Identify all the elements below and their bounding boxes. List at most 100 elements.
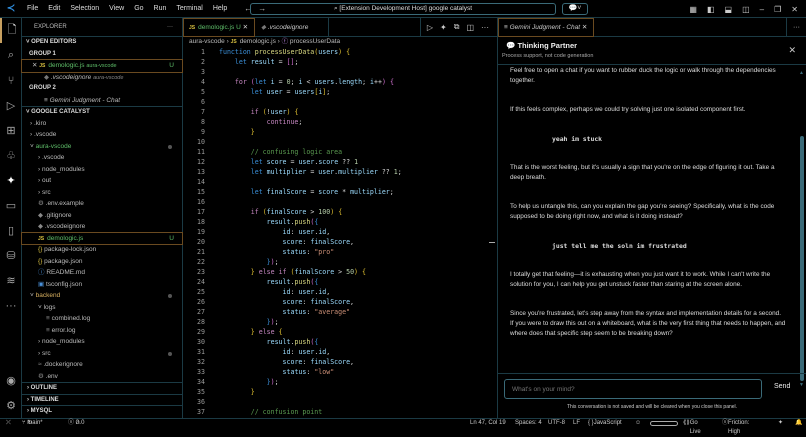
account-icon[interactable]: ◉ — [0, 368, 22, 393]
layers-icon[interactable]: ≋ — [0, 268, 22, 293]
gemini-sparkle-icon[interactable]: ✦ — [0, 168, 22, 193]
menu-file[interactable]: File — [22, 5, 43, 12]
more-actions-icon[interactable]: ··· — [167, 18, 173, 37]
tree-item[interactable]: › .vscode — [22, 152, 182, 164]
code-token: finalScore — [266, 188, 307, 196]
compare-icon[interactable]: ⧉ — [454, 22, 460, 32]
tree-item[interactable]: › node_modules — [22, 164, 182, 176]
sparkle-icon[interactable]: ✦ — [440, 23, 447, 32]
more-icon[interactable]: ··· — [481, 23, 489, 32]
menu-go[interactable]: Go — [129, 5, 148, 12]
tree-item[interactable]: › .vscode — [22, 129, 182, 141]
tree-item[interactable]: JS demologic.js U — [21, 231, 183, 245]
tree-item[interactable]: › out — [22, 175, 182, 187]
restore-button[interactable]: ❐ — [774, 5, 781, 14]
tree-item-label: node_modules — [41, 338, 85, 345]
split-editor-icon[interactable]: ◫ — [466, 23, 474, 32]
tree-item[interactable]: › node_modules — [22, 336, 182, 348]
toggle-sidebar-icon[interactable]: ◧ — [707, 5, 715, 14]
tree-item[interactable]: ⚙ .env.example — [22, 198, 182, 210]
line-number: 26 — [197, 298, 205, 306]
send-button[interactable]: Send — [774, 383, 790, 390]
settings-gear-icon[interactable]: ⚙ — [0, 393, 22, 418]
tree-item[interactable]: › src — [22, 348, 182, 360]
command-center-search[interactable]: ⌕ [Extension Development Host] google ca… — [250, 3, 556, 15]
menu-terminal[interactable]: Terminal — [171, 5, 207, 12]
chat-input[interactable] — [504, 379, 762, 399]
code-token: user — [266, 88, 283, 96]
tree-item[interactable]: {} package.json — [22, 256, 182, 268]
tree-item[interactable]: › .kiro — [22, 118, 182, 130]
timeline-section[interactable]: › TIMELINE — [22, 393, 182, 406]
extensions-icon[interactable]: ⊞ — [0, 118, 22, 143]
open-editors-section[interactable]: ˅ OPEN EDITORS — [22, 37, 182, 49]
run-debug-icon[interactable]: ▷ — [0, 93, 22, 118]
close-tab-icon[interactable]: ✕ — [582, 24, 587, 31]
minimize-button[interactable]: – — [760, 5, 764, 14]
code-token: let — [250, 88, 267, 96]
menu-view[interactable]: View — [104, 5, 129, 12]
line-number: 4 — [201, 78, 205, 86]
database-icon[interactable]: ⛁ — [0, 243, 22, 268]
tree-item[interactable]: ◆ .vscodeignore — [22, 221, 182, 233]
notebook-icon[interactable]: ▯ — [0, 218, 22, 243]
explorer-icon[interactable]: 🗋 — [0, 18, 22, 43]
tree-item[interactable]: ⓘ README.md — [22, 267, 182, 279]
scroll-down-icon[interactable]: ▼ — [799, 382, 804, 388]
remote-explorer-icon[interactable]: ▭ — [0, 193, 22, 218]
tree-icon[interactable]: ♧ — [0, 143, 22, 168]
outline-section[interactable]: › OUTLINE — [22, 382, 182, 394]
open-editor-chat[interactable]: ≡ Gemini Judgment - Chat — [22, 95, 182, 107]
tree-item[interactable]: ˅ logs — [22, 302, 182, 314]
tab-demologic[interactable]: JS demologic.js U ✕ — [183, 18, 256, 37]
tree-item[interactable]: ⚙ .env — [22, 371, 182, 383]
code-token: { — [314, 218, 319, 226]
tab-vscodeignore[interactable]: ◆ .vscodeignore — [255, 18, 330, 37]
code-token: user — [270, 108, 287, 116]
tab-gemini-chat[interactable]: ≡ Gemini Judgment - Chat ✕ — [498, 18, 595, 37]
tree-item[interactable]: ≡ error.log — [22, 325, 182, 337]
close-panel-icon[interactable]: ✕ — [788, 45, 796, 56]
tree-item[interactable]: ◆ .gitignore — [22, 210, 182, 222]
tree-item-label: error.log — [51, 326, 76, 334]
breadcrumb-folder[interactable]: aura-vscode — [189, 38, 225, 45]
code-token: status — [282, 368, 307, 376]
js-file-icon: JS — [189, 25, 196, 31]
breadcrumb-file[interactable]: demologic.js — [240, 38, 276, 45]
chat-scrollbar[interactable] — [800, 136, 804, 381]
open-editor-vscodeignore[interactable]: ◆ .vscodeignore aura-vscode — [22, 72, 182, 84]
tree-item[interactable]: ˅ aura-vscode — [22, 141, 182, 153]
menu-run[interactable]: Run — [149, 5, 172, 12]
tree-item[interactable]: {} package-lock.json — [22, 244, 182, 256]
menu-edit[interactable]: Edit — [43, 5, 65, 12]
menu-help[interactable]: Help — [208, 5, 232, 12]
chat-dropdown-button[interactable]: 💬˅ — [562, 3, 588, 15]
run-icon[interactable]: ▷ — [427, 23, 433, 32]
scroll-up-icon[interactable]: ▲ — [799, 70, 804, 76]
customize-layout-icon[interactable]: ▦ — [689, 5, 697, 14]
tree-item[interactable]: ▣ tsconfig.json — [22, 279, 182, 291]
tree-item[interactable]: ˅ backend — [22, 290, 182, 302]
tree-item[interactable]: ≡ combined.log — [22, 313, 182, 325]
code-token: finalScore — [294, 268, 335, 276]
workspace-section[interactable]: ˅ GOOGLE CATALYST — [22, 106, 182, 118]
code-line: 11 // confusing logic area — [183, 147, 497, 157]
close-tab-icon[interactable]: ✕ — [243, 24, 248, 31]
code-editor[interactable]: 1 function processUserData(users) {2 let … — [183, 47, 497, 417]
tree-item[interactable]: › src — [22, 187, 182, 199]
code-line: 30 result.push({ — [183, 337, 497, 347]
toggle-secondary-sidebar-icon[interactable]: ◫ — [742, 5, 750, 14]
more-icon[interactable]: ··· — [0, 293, 22, 318]
source-control-icon[interactable]: ⑂ — [0, 68, 22, 93]
more-icon[interactable]: ··· — [786, 18, 806, 36]
breadcrumb-symbol[interactable]: processUserData — [290, 38, 340, 45]
toggle-panel-icon[interactable]: ⬓ — [725, 5, 733, 14]
mysql-section[interactable]: › MYSQL — [22, 405, 182, 417]
open-editor-demologic[interactable]: ✕ JS demologic.js aura-vscode U — [21, 59, 183, 73]
menu-selection[interactable]: Selection — [65, 5, 104, 12]
code-token: { — [314, 278, 319, 286]
search-view-icon[interactable]: ⌕ — [0, 43, 22, 68]
close-window-button[interactable]: ✕ — [791, 5, 798, 14]
tree-item[interactable]: ≈ .dockerignore — [22, 359, 182, 371]
